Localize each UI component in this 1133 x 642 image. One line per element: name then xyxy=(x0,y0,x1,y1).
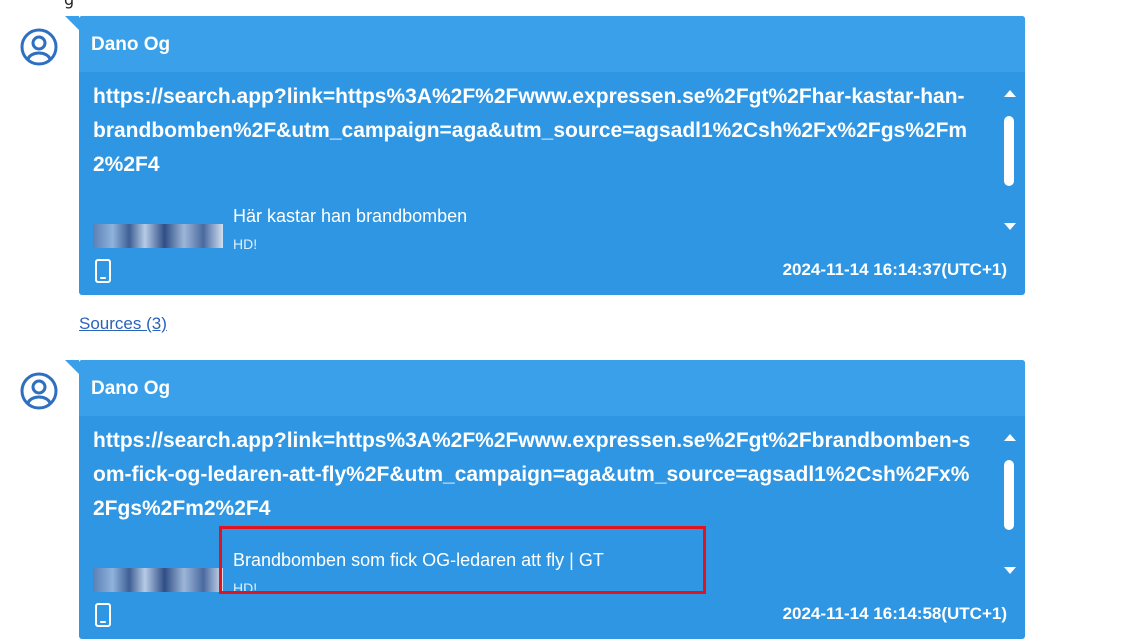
message-timestamp: 2024-11-14 16:14:37(UTC+1) xyxy=(782,260,1007,279)
scroll-thumb[interactable] xyxy=(1004,460,1014,530)
link-preview-thumbnail xyxy=(93,568,223,592)
link-preview-thumbnail xyxy=(93,224,223,248)
message-header: Dano Og xyxy=(79,16,1025,72)
message-footer: 2024-11-14 16:14:37(UTC+1) xyxy=(79,251,1025,295)
content-scrollbar[interactable] xyxy=(1001,90,1017,230)
link-preview-subtitle: HD! xyxy=(233,236,258,250)
avatar-icon xyxy=(20,372,58,410)
message-link[interactable]: https://search.app?link=https%3A%2F%2Fww… xyxy=(93,424,973,526)
scroll-down-icon[interactable] xyxy=(1004,223,1016,230)
message-footer: 2024-11-14 16:14:58(UTC+1) xyxy=(79,595,1025,639)
link-preview-title[interactable]: Här kastar han brandbomben xyxy=(233,206,467,227)
bubble-tail xyxy=(65,360,79,374)
top-fragment-text: g xyxy=(64,0,74,10)
phone-icon xyxy=(95,259,111,283)
highlight-box xyxy=(219,526,706,594)
message-timestamp: 2024-11-14 16:14:58(UTC+1) xyxy=(782,604,1007,623)
scroll-up-icon[interactable] xyxy=(1004,434,1016,441)
message-bubble: Dano Og https://search.app?link=https%3A… xyxy=(65,360,1025,639)
sender-name: Dano Og xyxy=(91,34,171,55)
message-link[interactable]: https://search.app?link=https%3A%2F%2Fww… xyxy=(93,80,973,182)
sender-name: Dano Og xyxy=(91,378,171,399)
scroll-thumb[interactable] xyxy=(1004,116,1014,186)
content-scrollbar[interactable] xyxy=(1001,434,1017,574)
phone-icon xyxy=(95,603,111,627)
message-header: Dano Og xyxy=(79,360,1025,416)
message-bubble: Dano Og https://search.app?link=https%3A… xyxy=(65,16,1025,295)
bubble-tail xyxy=(65,16,79,30)
scroll-down-icon[interactable] xyxy=(1004,567,1016,574)
avatar-icon xyxy=(20,28,58,66)
message-content[interactable]: https://search.app?link=https%3A%2F%2Fww… xyxy=(79,72,1025,250)
sources-link[interactable]: Sources (3) xyxy=(79,314,167,334)
scroll-up-icon[interactable] xyxy=(1004,90,1016,97)
